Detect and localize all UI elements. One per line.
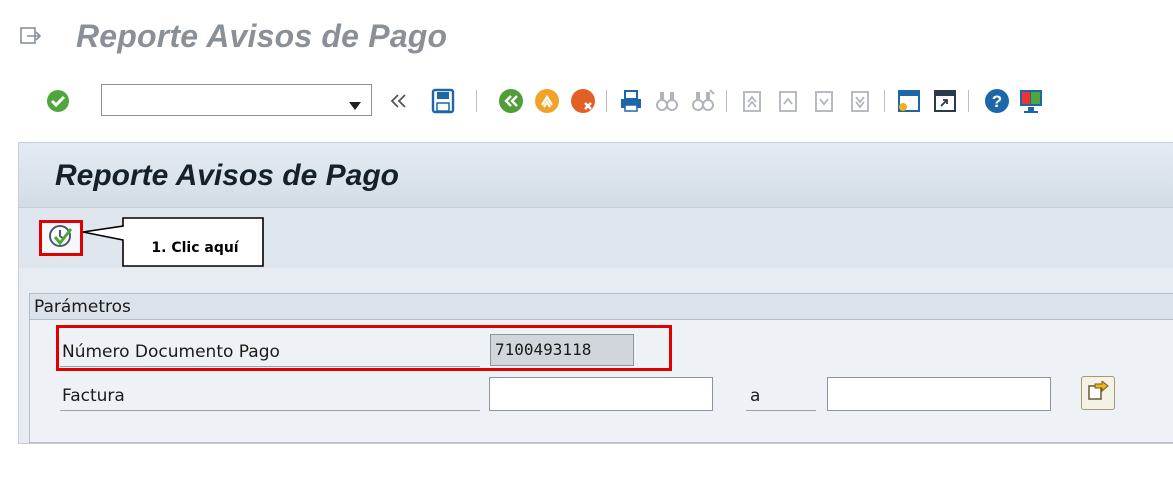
svg-text:?: ? [992,92,1002,111]
cancel-icon[interactable] [568,86,598,116]
page-title: Reporte Avisos de Pago [76,18,448,54]
callout-text: 1. Clic aquí [151,240,239,256]
exit-icon[interactable] [532,86,562,116]
menu-exit-icon[interactable] [20,26,42,51]
execute-icon [47,223,75,254]
help-icon[interactable]: ? [982,86,1012,116]
highlight-box [56,325,672,371]
invoice-to-field[interactable] [827,377,1051,411]
invoice-label: Factura [62,386,125,406]
invoice-from-field[interactable] [489,377,713,411]
shortcut-icon[interactable] [930,86,960,116]
back-icon[interactable] [496,86,526,116]
collapse-icon[interactable] [384,86,414,116]
to-label: a [750,386,761,406]
execute-button[interactable] [39,220,83,256]
chevron-down-icon[interactable] [349,97,361,115]
previous-page-icon[interactable] [774,86,804,116]
last-page-icon[interactable] [846,86,876,116]
application-toolbar: 1. Clic aquí [19,207,1173,268]
layout-icon[interactable] [1016,86,1046,116]
multiple-selection-icon [1087,379,1109,406]
first-page-icon[interactable] [738,86,768,116]
command-field[interactable] [101,84,372,116]
check-icon[interactable] [43,86,73,116]
save-icon[interactable] [428,86,458,116]
print-icon[interactable] [616,86,646,116]
next-page-icon[interactable] [810,86,840,116]
find-icon[interactable] [652,86,682,116]
parameters-title: Parámetros [30,294,1173,320]
panel-header: Reporte Avisos de Pago [19,143,1173,207]
panel-title: Reporte Avisos de Pago [55,159,399,192]
title-bar: Reporte Avisos de Pago [0,0,1173,70]
standard-toolbar: ? [0,80,1173,120]
find-next-icon[interactable] [688,86,718,116]
new-session-icon[interactable] [894,86,924,116]
multiple-selection-button[interactable] [1081,376,1115,410]
